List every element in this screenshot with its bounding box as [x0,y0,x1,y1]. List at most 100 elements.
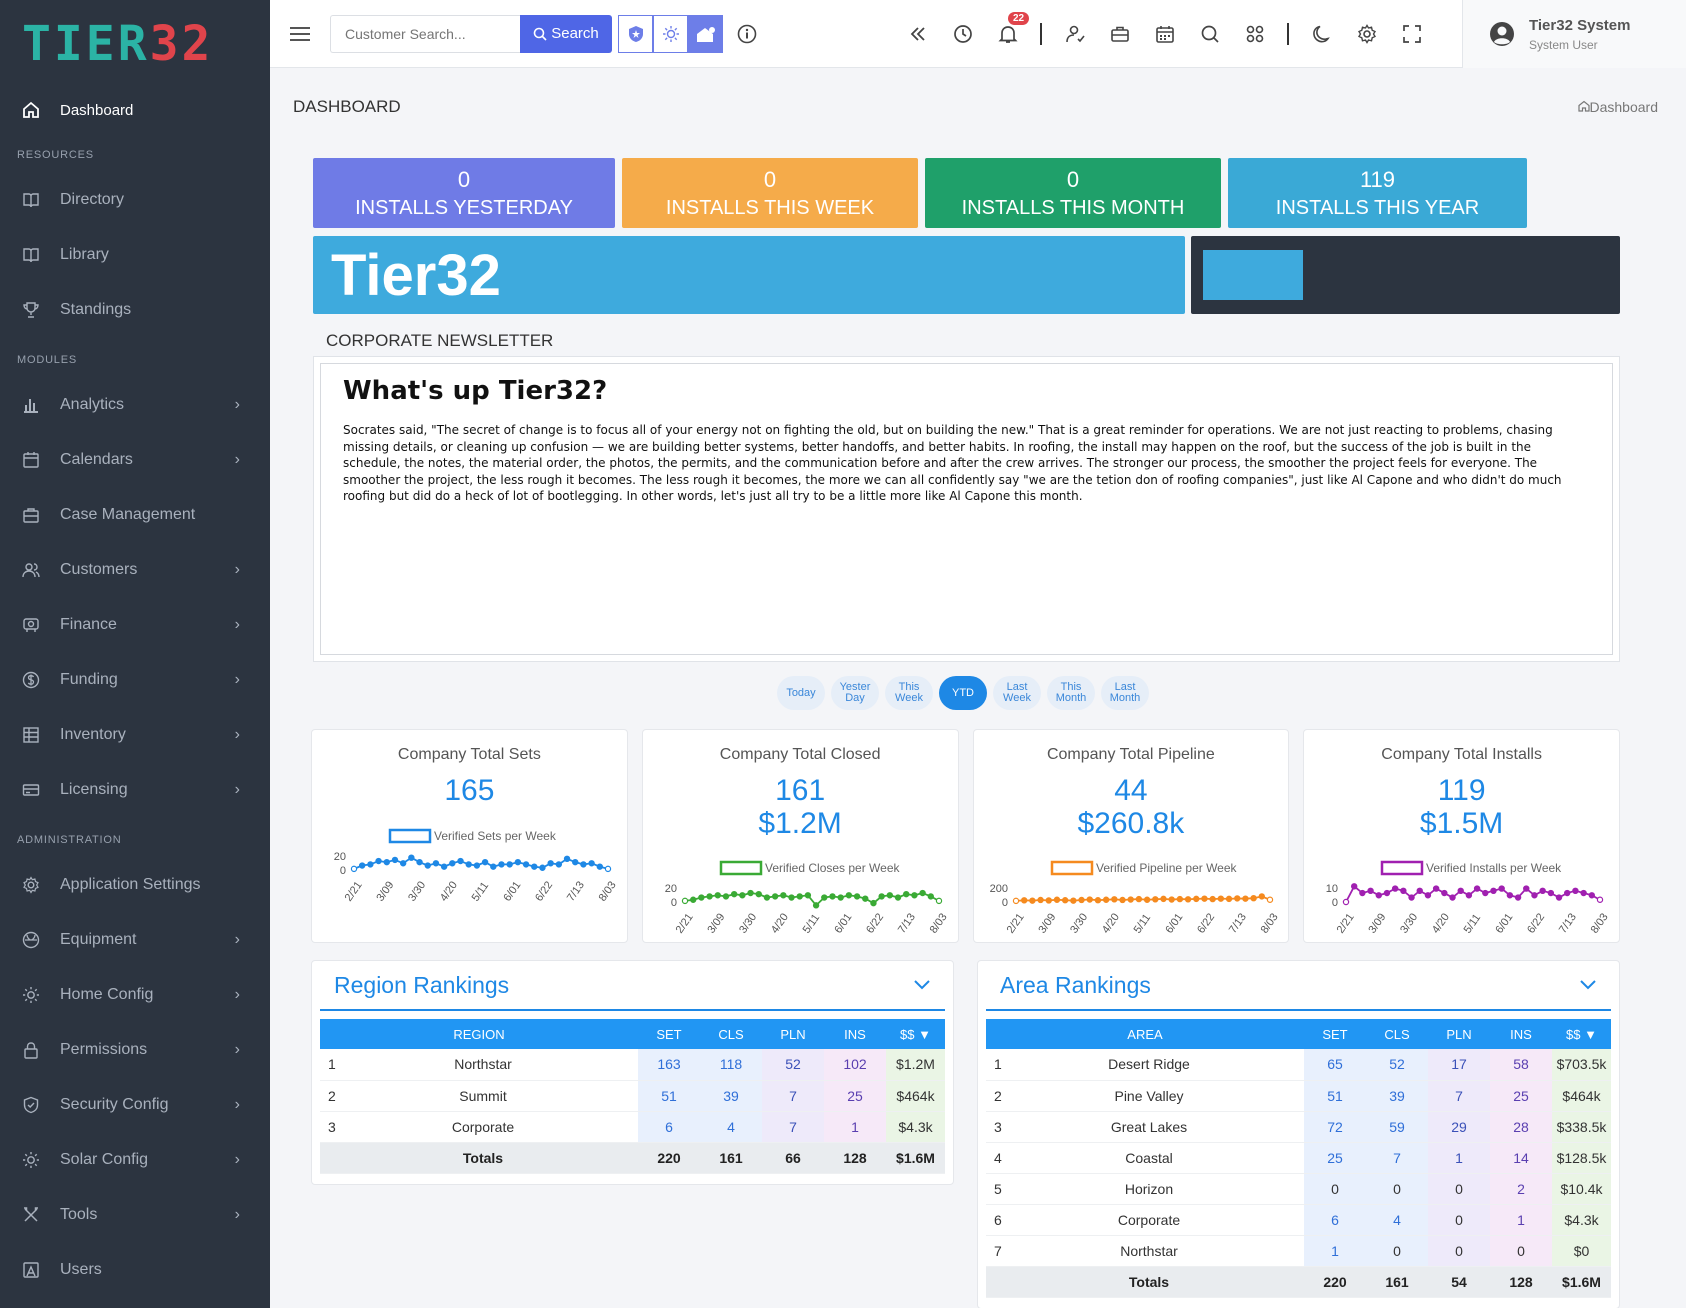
row-name: Northstar [1120,1242,1178,1259]
chevron-down-icon[interactable] [913,979,931,991]
data-point [771,893,779,900]
data-point [1200,895,1208,902]
table-row[interactable]: 3 Great Lakes 72 59 29 28 $338.5k [986,1111,1611,1143]
sidebar-item-permissions[interactable]: Permissions › [0,1022,270,1077]
x-tick-label: 3/30 [1398,911,1420,935]
fullscreen-button[interactable] [1389,25,1434,43]
data-point [367,861,374,868]
sidebar-item-home-config[interactable]: Home Config › [0,967,270,1022]
sidebar-item-calendars[interactable]: Calendars › [0,432,270,487]
table-row[interactable]: 3 Corporate 6 4 7 1 $4.3k [320,1111,945,1143]
region-rankings-table: REGION SET CLS PLN INS $$ ▼ 1 Northstar 163 118 52… [320,1019,945,1174]
column-header[interactable]: $$ ▼ [886,1019,945,1049]
sidebar-item-case-management[interactable]: Case Management [0,487,270,542]
sidebar-item-funding[interactable]: Funding › [0,652,270,707]
home-icon [1577,100,1590,112]
period-last-month[interactable]: Last Month [1101,676,1149,710]
period-label: Last Month [1109,681,1141,704]
pln-cell: 0 [1428,1204,1490,1236]
light-mode-button[interactable] [653,14,688,53]
x-tick-label: 8/03 [597,879,619,903]
period-this-month[interactable]: This Month [1047,676,1095,710]
sidebar-item-inventory[interactable]: Inventory › [0,707,270,762]
hamburger-menu-icon[interactable] [290,26,312,42]
period-yester-day[interactable]: Yester Day [831,676,879,710]
sidebar-item-finance[interactable]: Finance › [0,597,270,652]
sidebar-item-solar-config[interactable]: Solar Config › [0,1132,270,1187]
table-row[interactable]: 6 Corporate 6 4 0 1 $4.3k [986,1204,1611,1236]
data-point [1506,892,1514,899]
data-point [1159,895,1167,903]
collapse-button[interactable] [895,26,940,42]
table-row[interactable]: 7 Northstar 1 0 0 0 $0 [986,1235,1611,1267]
period-ytd[interactable]: YTD [939,676,987,710]
column-header[interactable]: $$ ▼ [1552,1019,1611,1049]
page-title: DASHBOARD [293,97,401,116]
data-point [350,865,358,873]
sidebar-item-users[interactable]: Users [0,1242,270,1297]
table-row[interactable]: 4 Coastal 25 7 1 14 $128.5k [986,1142,1611,1174]
briefcase-button[interactable] [1097,24,1142,44]
user-role: System User [1529,37,1598,52]
data-point [1465,892,1473,899]
table-row[interactable]: 5 Horizon 0 0 0 2 $10.4k [986,1173,1611,1205]
info-icon[interactable] [737,24,757,44]
table-row[interactable]: 1 Northstar 163 118 52 102 $1.2M [320,1049,945,1081]
period-today[interactable]: Today [777,676,825,710]
sidebar-item-analytics[interactable]: Analytics › [0,377,270,432]
breadcrumb[interactable]: Dashboard [1577,99,1658,115]
shield-mode-button[interactable] [618,14,653,53]
user-menu[interactable]: Tier32 System System User [1462,0,1686,68]
history-button[interactable] [940,24,985,44]
data-point [408,854,415,861]
table-row[interactable]: 2 Summit 51 39 7 25 $464k [320,1080,945,1112]
logo[interactable]: TIER32 [0,0,270,88]
notifications-button[interactable]: 22 [985,12,1030,44]
newsletter-heading: What's up Tier32? [343,376,608,406]
apps-button[interactable] [1232,24,1277,44]
table-row[interactable]: 1 Desert Ridge 65 52 17 58 $703.5k [986,1049,1611,1081]
search-top-button[interactable] [1187,24,1232,44]
user-check-button[interactable] [1052,24,1097,44]
sidebar-item-licensing[interactable]: Licensing › [0,762,270,817]
sidebar-item-customers[interactable]: Customers › [0,542,270,597]
sidebar-item-tools[interactable]: Tools › [0,1187,270,1242]
data-point [1127,896,1134,903]
sidebar-item-directory[interactable]: Directory [0,172,270,227]
period-label: Yester Day [839,681,871,704]
search-button[interactable]: Search [520,14,612,53]
sidebar-item-security-config[interactable]: Security Config › [0,1077,270,1132]
ins-cell: 1 [1490,1204,1552,1236]
period-last-week[interactable]: Last Week [993,676,1041,710]
customer-search-input[interactable] [330,14,520,53]
table-row[interactable]: 2 Pine Valley 51 39 7 25 $464k [986,1080,1611,1112]
period-this-week[interactable]: This Week [885,676,933,710]
kpi-amount: $260.8k [1077,807,1185,840]
data-point [596,863,604,870]
section-title-administration: ADMINISTRATION [17,834,122,846]
customer-search: Search [330,14,612,53]
topbar: Search 22 Tier32 System System User [270,0,1686,68]
sidebar-item-library[interactable]: Library [0,227,270,282]
chevron-down-icon[interactable] [1579,979,1597,991]
sidebar-item-dashboard[interactable]: Dashboard [0,88,270,132]
sidebar-item-label: Security Config [60,1095,169,1113]
data-point [1367,887,1375,894]
home-mode-button[interactable] [688,14,723,53]
chevron-right-icon: › [234,395,240,413]
data-point [1572,887,1579,894]
data-point [1474,885,1481,892]
user-icon [1065,25,1085,43]
sidebar-item-application-settings[interactable]: Application Settings [0,857,270,912]
calendar-button[interactable] [1142,24,1187,44]
settings-button[interactable] [1344,24,1389,44]
sidebar-item-standings[interactable]: Standings [0,282,270,337]
dark-mode-button[interactable] [1299,24,1344,44]
kpi-title: Company Total Sets [397,746,541,763]
data-point [1449,894,1456,901]
set-cell: 65 [1304,1049,1366,1081]
total-pln: 54 [1428,1266,1490,1298]
x-tick-label: 7/13 [565,879,587,903]
row-name: Corporate [451,1118,515,1135]
sidebar-item-equipment[interactable]: Equipment › [0,912,270,967]
